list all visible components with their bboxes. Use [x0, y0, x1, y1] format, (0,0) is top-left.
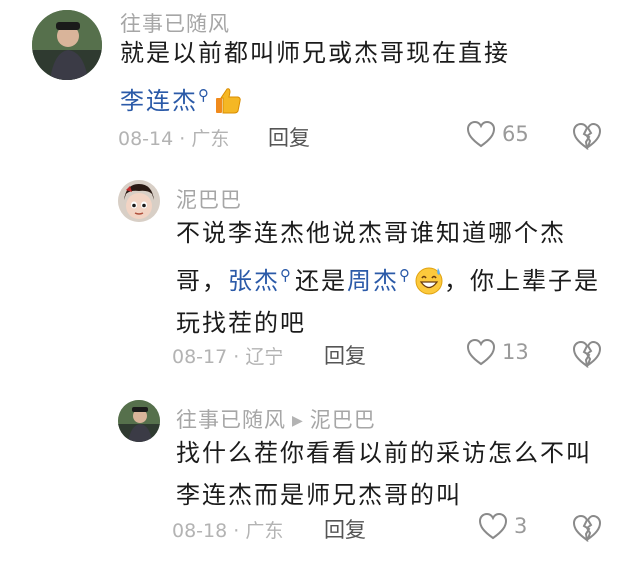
thumbs-up-emoji [213, 85, 243, 115]
heart-icon [478, 512, 508, 540]
like-button[interactable]: 3 [478, 512, 527, 540]
comment-text-part: 还是 [295, 267, 347, 295]
comment-date: 08-18 [172, 520, 228, 542]
comment-date: 08-17 [172, 346, 228, 368]
like-count: 3 [514, 514, 528, 538]
mention-link[interactable]: 李连杰 [120, 87, 198, 115]
like-count: 65 [502, 122, 529, 146]
search-icon: ⚲ [280, 266, 293, 284]
search-icon: ⚲ [198, 86, 211, 104]
comment-meta: 08-18 · 广东 [172, 520, 284, 542]
reply-button[interactable]: 回复 [324, 340, 366, 370]
comment-text: 就是以前都叫师兄或杰哥现在直接 李连杰⚲ [120, 32, 590, 122]
mention-link[interactable]: 张杰 [228, 267, 280, 295]
dislike-button[interactable] [572, 122, 602, 154]
comment-2: 泥巴巴 不说李连杰他说杰哥谁知道哪个杰哥，张杰⚲还是周杰⚲ ，你上辈子是玩找茬的… [0, 170, 640, 390]
comment-text-part: 找什么茬你看看以前的采访怎么不叫李连杰而是师兄杰哥的叫 [176, 439, 592, 509]
username[interactable]: 泥巴巴 [176, 184, 242, 214]
comment-date: 08-14 [118, 128, 174, 150]
avatar[interactable] [118, 180, 160, 222]
comment-meta: 08-17 · 辽宁 [172, 346, 284, 368]
broken-heart-icon [572, 340, 602, 369]
heart-icon [466, 120, 496, 148]
reply-header: 往事已随风 ▶ 泥巴巴 [176, 404, 376, 434]
heart-icon [466, 338, 496, 366]
mention-link[interactable]: 周杰 [347, 267, 399, 295]
comment-1: 往事已随风 就是以前都叫师兄或杰哥现在直接 李连杰⚲ 08-14 · 广东 回复… [0, 0, 640, 170]
reply-arrow-icon: ▶ [292, 413, 304, 429]
avatar[interactable] [32, 10, 102, 80]
like-button[interactable]: 65 [466, 120, 529, 148]
dislike-button[interactable] [572, 340, 602, 372]
broken-heart-icon [572, 122, 602, 151]
comment-location: 辽宁 [245, 346, 284, 368]
dislike-button[interactable] [572, 514, 602, 546]
comment-location: 广东 [245, 520, 284, 542]
comment-text-part: 就是以前都叫师兄或杰哥现在直接 [120, 39, 510, 67]
comment-3: 往事已随风 ▶ 泥巴巴 找什么茬你看看以前的采访怎么不叫李连杰而是师兄杰哥的叫 08… [0, 390, 640, 562]
search-icon: ⚲ [399, 266, 412, 284]
username[interactable]: 往事已随风 [176, 408, 286, 432]
like-count: 13 [502, 340, 529, 364]
avatar[interactable] [118, 400, 160, 442]
comment-text: 不说李连杰他说杰哥谁知道哪个杰哥，张杰⚲还是周杰⚲ ，你上辈子是玩找茬的吧 [176, 212, 616, 344]
reply-to-username[interactable]: 泥巴巴 [310, 408, 376, 432]
reply-button[interactable]: 回复 [324, 514, 366, 544]
reply-button[interactable]: 回复 [268, 122, 310, 152]
comment-location: 广东 [191, 128, 230, 150]
like-button[interactable]: 13 [466, 338, 529, 366]
comment-meta: 08-14 · 广东 [118, 128, 230, 150]
broken-heart-icon [572, 514, 602, 543]
comment-text: 找什么茬你看看以前的采访怎么不叫李连杰而是师兄杰哥的叫 [176, 432, 616, 516]
grinning-sweat-emoji [414, 265, 444, 295]
